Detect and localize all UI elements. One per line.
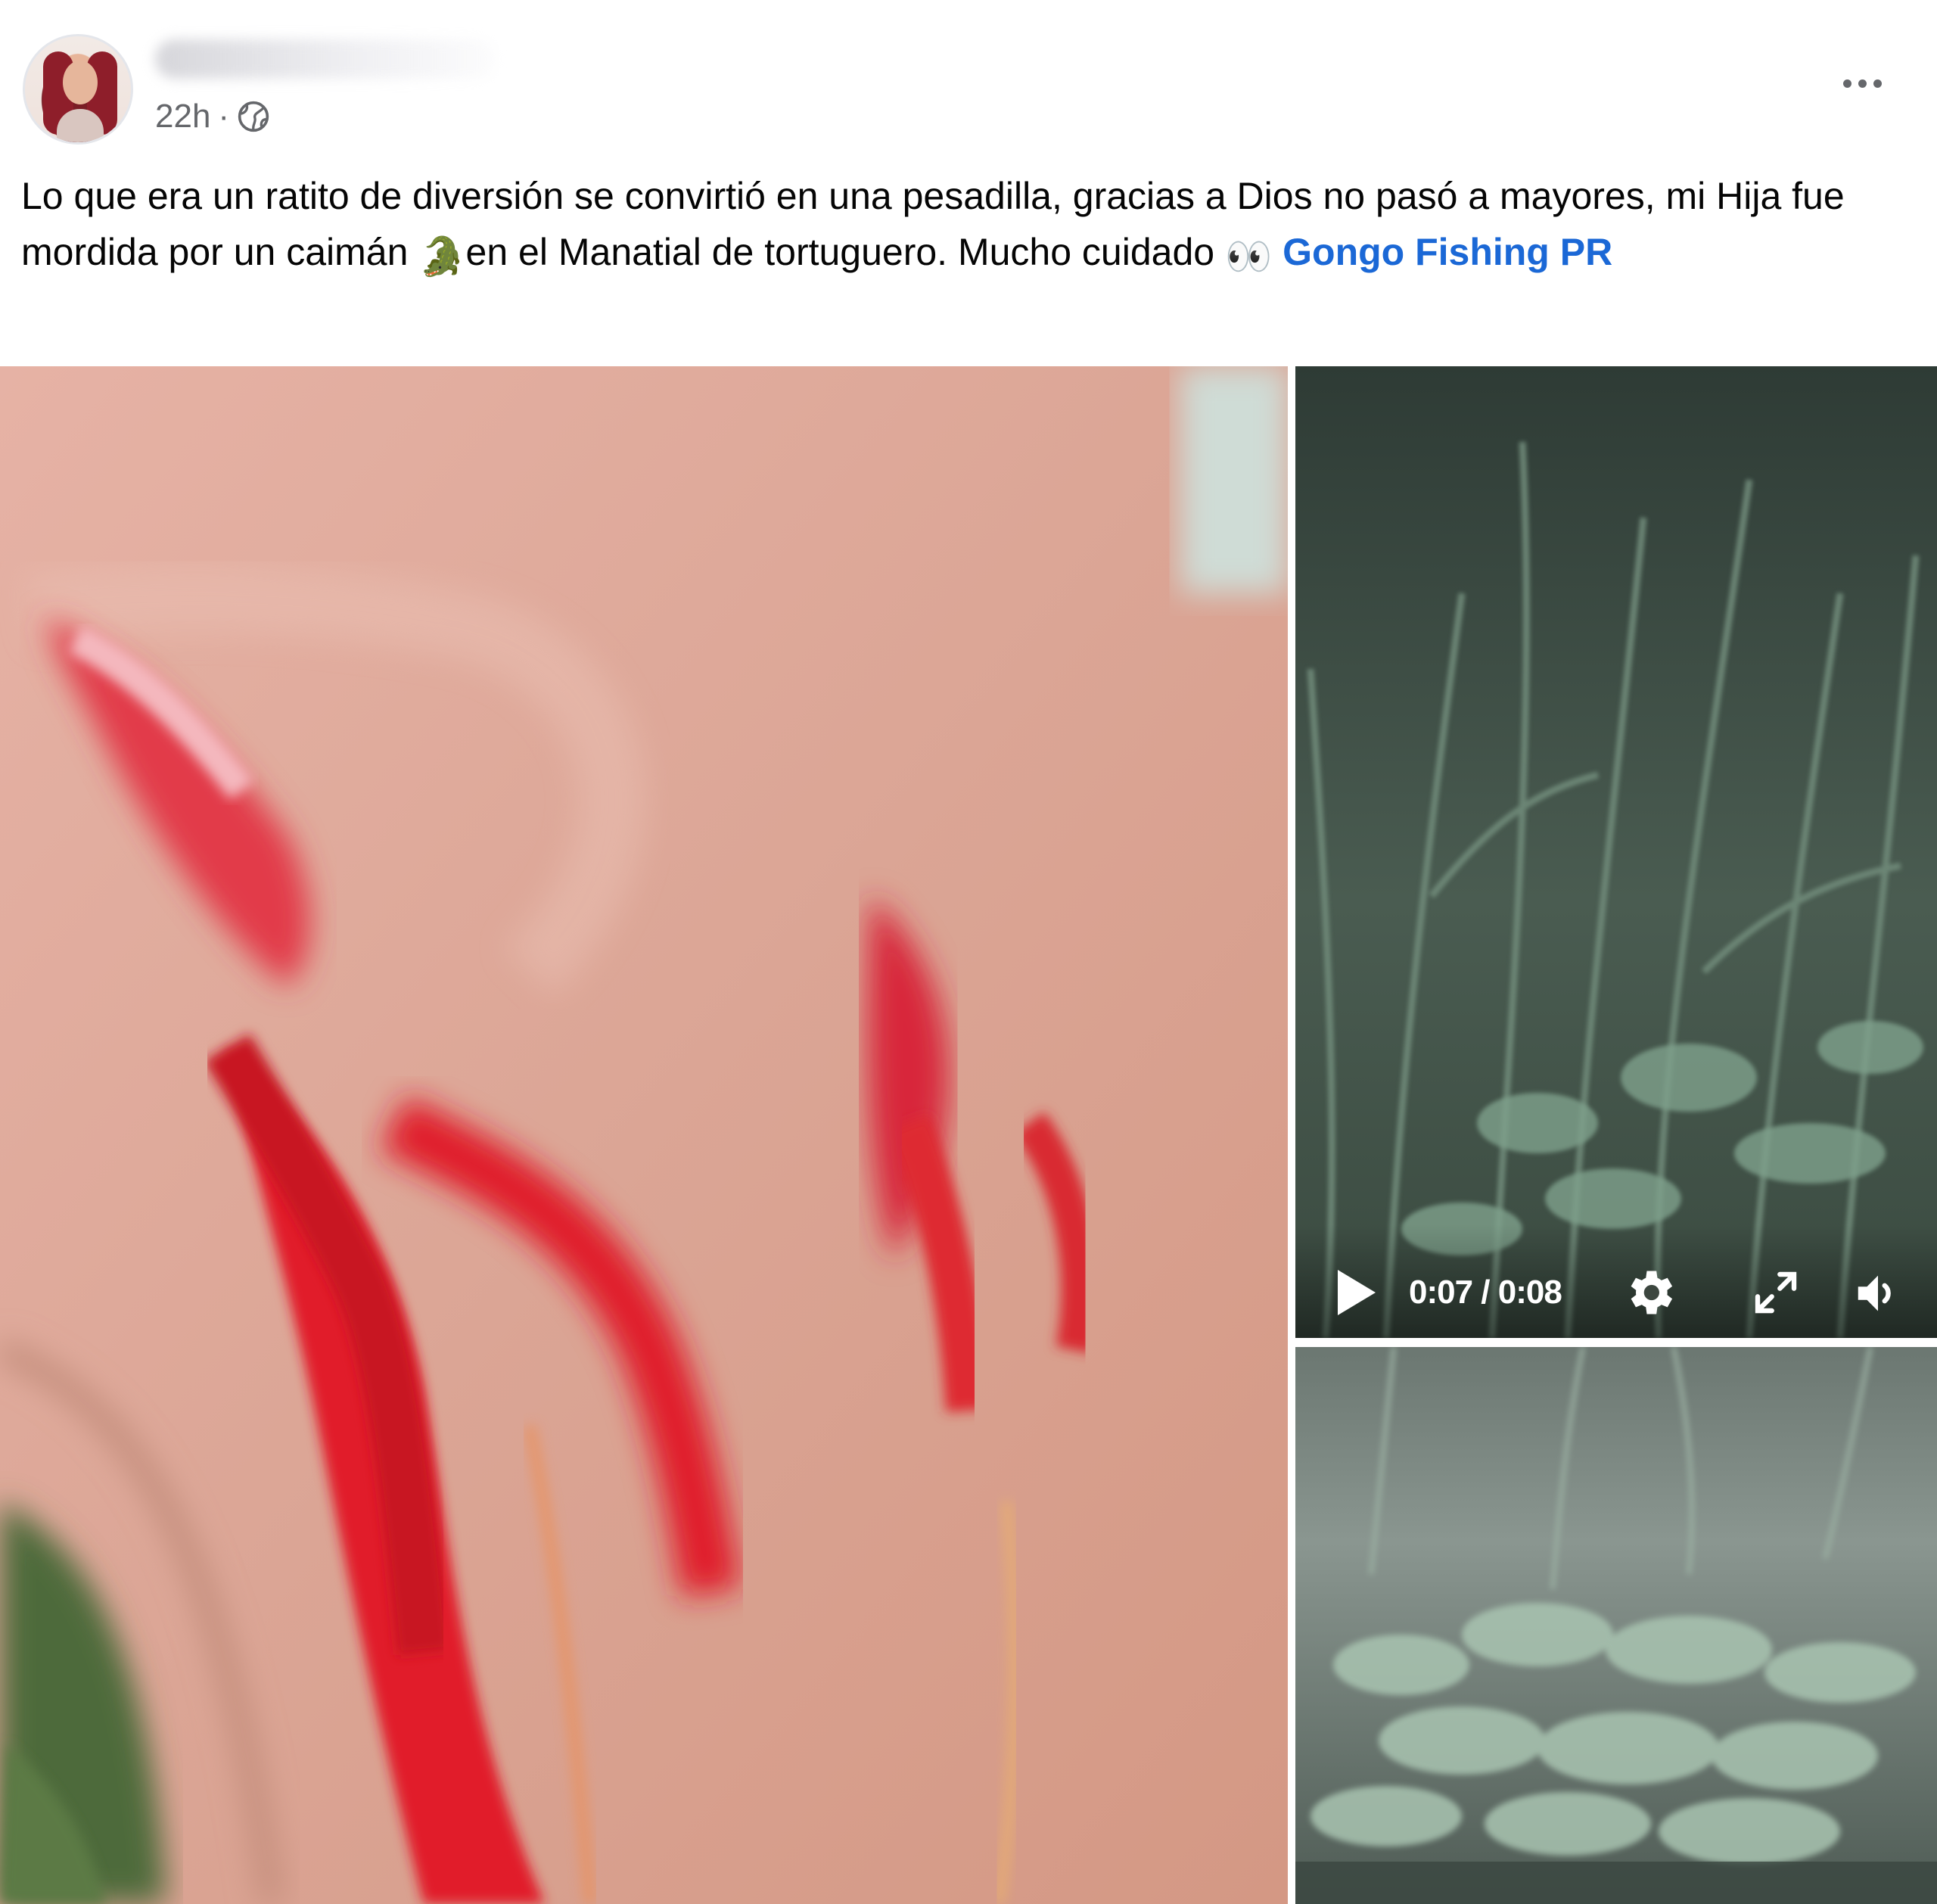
fullscreen-icon[interactable] — [1752, 1268, 1800, 1317]
mention-link[interactable]: Gongo Fishing PR — [1283, 231, 1612, 273]
post-video[interactable]: 0:07 / 0:08 — [1295, 366, 1937, 1338]
post-text: Lo que era un ratito de diversión se con… — [21, 168, 1913, 285]
water-lettuce-photo — [1295, 1347, 1937, 1904]
post-meta: 22h · — [155, 94, 270, 139]
author-name-blurred[interactable] — [155, 39, 496, 79]
crocodile-emoji: 🐊 — [418, 235, 466, 278]
meta-separator: · — [218, 98, 230, 135]
video-controls: 0:07 / 0:08 — [1295, 1224, 1937, 1338]
globe-icon — [237, 100, 270, 133]
post-timestamp[interactable]: 22h — [155, 98, 210, 135]
video-thumbnail — [1295, 366, 1937, 1338]
play-icon[interactable] — [1333, 1267, 1379, 1318]
more-options-icon — [1873, 79, 1882, 88]
more-options-button[interactable] — [1831, 61, 1893, 106]
volume-icon[interactable] — [1851, 1267, 1904, 1320]
more-options-icon — [1842, 79, 1851, 88]
avatar-face — [63, 61, 98, 104]
facebook-post: 22h · Lo que era un ratito de diversión … — [0, 0, 1937, 1904]
eyes-emoji: 👀 — [1224, 235, 1273, 278]
settings-gear-icon[interactable] — [1621, 1264, 1678, 1321]
more-options-icon — [1858, 79, 1867, 88]
post-text-part2: en el Manatial de tortuguero. Mucho cuid… — [465, 231, 1225, 273]
post-photo-secondary[interactable] — [1295, 1347, 1937, 1904]
injury-photo — [0, 366, 1288, 1904]
post-photo-main[interactable] — [0, 366, 1288, 1904]
avatar[interactable] — [23, 34, 133, 145]
video-time: 0:07 / 0:08 — [1409, 1274, 1562, 1311]
